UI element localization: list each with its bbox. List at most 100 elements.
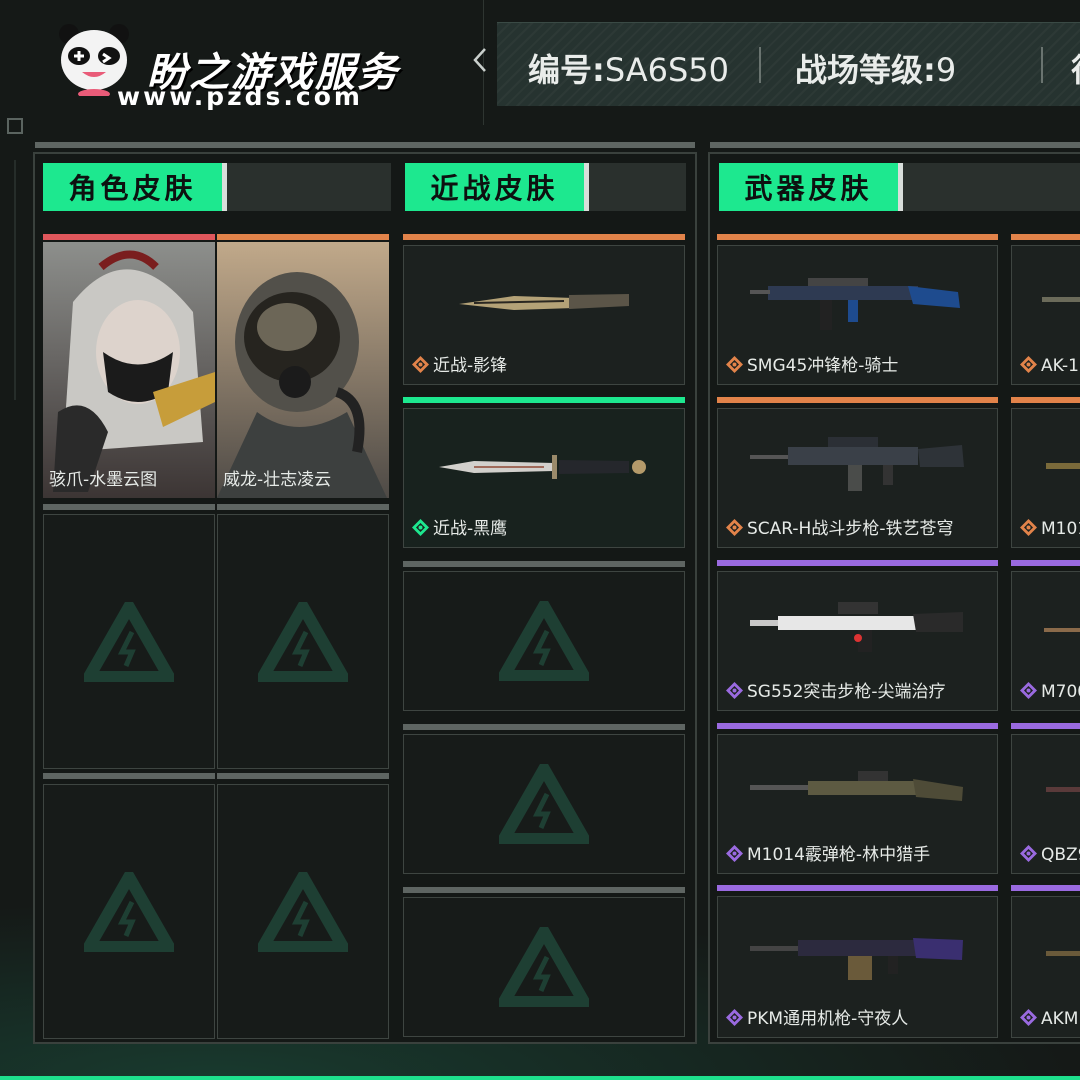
character-portrait xyxy=(217,242,389,498)
item-name: SG552突击步枪-尖端治疗 xyxy=(747,682,946,702)
battlefield-level: 战场等级:9 xyxy=(795,45,956,91)
chevron-left-icon[interactable] xyxy=(470,44,490,76)
placeholder-logo-icon xyxy=(499,764,589,844)
account-id-label: 编号: xyxy=(528,51,605,89)
rifle-icon xyxy=(749,436,964,491)
rarity-diamond-icon xyxy=(726,356,743,373)
empty-slot xyxy=(403,734,685,874)
character-card[interactable]: 威龙-壮志凌云 xyxy=(217,242,389,498)
brand-url: www.pzds.com xyxy=(117,82,363,111)
item-caption: SCAR-H战斗步枪-铁艺苍穹 xyxy=(726,514,953,539)
item-caption: AK-1 xyxy=(1020,356,1079,376)
rarity-bar-gray xyxy=(217,773,389,779)
melee-card[interactable]: 近战-黑鹰 xyxy=(403,408,685,548)
item-caption: AKM xyxy=(1020,1009,1078,1029)
rarity-bar-gray xyxy=(403,724,685,730)
placeholder-logo-icon xyxy=(499,601,589,681)
placeholder-logo-icon xyxy=(258,871,348,952)
rarity-diamond-icon xyxy=(1020,519,1037,536)
smg-icon xyxy=(749,277,960,330)
rarity-bar-gray xyxy=(403,887,685,893)
rarity-bar-gray xyxy=(403,561,685,567)
item-caption: QBZ9 xyxy=(1020,845,1080,865)
item-name: 骇爪-水墨云图 xyxy=(49,470,158,490)
weapon-card[interactable]: SG552突击步枪-尖端治疗 xyxy=(717,571,998,711)
battlefield-level-value: 9 xyxy=(935,51,957,89)
empty-slot xyxy=(43,784,215,1039)
rarity-bar-purple xyxy=(717,560,998,566)
info-separator xyxy=(759,47,761,83)
weapon-card[interactable]: PKM通用机枪-守夜人 xyxy=(717,896,998,1038)
rifle-icon xyxy=(1046,787,1080,792)
item-name: M101 xyxy=(1041,519,1080,539)
weapon-card[interactable]: M700 xyxy=(1011,571,1080,711)
weapon-card[interactable]: SCAR-H战斗步枪-铁艺苍穹 xyxy=(717,408,998,548)
placeholder-logo-icon xyxy=(84,601,174,682)
panel-top-bar xyxy=(35,142,695,148)
account-info-bar: 编号:SA6S50 战场等级:9 征 xyxy=(497,22,1080,106)
rarity-bar-orange xyxy=(717,234,998,240)
placeholder-logo-icon xyxy=(258,601,348,682)
item-name: SMG45冲锋枪-骑士 xyxy=(747,356,899,376)
rarity-bar-green xyxy=(403,397,685,403)
item-name: M700 xyxy=(1041,682,1080,702)
panel-top-bar xyxy=(710,142,1080,148)
corner-marker xyxy=(7,118,23,134)
item-name: AKM xyxy=(1041,1009,1079,1029)
account-id-value: SA6S50 xyxy=(604,51,729,89)
rarity-diamond-icon xyxy=(412,519,429,536)
info-separator xyxy=(1041,47,1043,83)
item-caption: M700 xyxy=(1020,682,1080,702)
shotgun-icon xyxy=(749,770,963,801)
empty-slot xyxy=(217,514,389,769)
item-name: M1014霰弹枪-林中猎手 xyxy=(747,845,931,865)
rarity-bar-orange xyxy=(1011,234,1080,240)
character-portrait xyxy=(43,242,215,498)
item-name: SCAR-H战斗步枪-铁艺苍穹 xyxy=(747,519,954,539)
knife-icon xyxy=(459,293,629,310)
rifle-icon xyxy=(1046,463,1080,469)
item-caption: PKM通用机枪-守夜人 xyxy=(726,1004,908,1029)
cut-off-label: 征 xyxy=(1071,45,1080,91)
weapon-card[interactable]: AKM xyxy=(1011,896,1080,1038)
empty-slot xyxy=(403,897,685,1037)
account-id: 编号:SA6S50 xyxy=(528,45,729,91)
item-caption: 近战-影锋 xyxy=(412,351,507,376)
item-name: 近战-影锋 xyxy=(433,356,508,376)
item-name: AK-1 xyxy=(1041,356,1079,376)
machine-gun-icon xyxy=(749,937,963,980)
battlefield-level-label: 战场等级: xyxy=(795,51,936,89)
melee-card[interactable]: 近战-影锋 xyxy=(403,245,685,385)
item-caption: 近战-黑鹰 xyxy=(412,514,507,539)
item-caption: M101 xyxy=(1020,519,1080,539)
section-header-character: 角色皮肤 xyxy=(43,163,391,211)
section-title-melee: 近战皮肤 xyxy=(405,163,589,211)
rarity-diamond-icon xyxy=(726,845,743,862)
rarity-diamond-icon xyxy=(1020,1009,1037,1026)
weapon-card[interactable]: AK-1 xyxy=(1011,245,1080,385)
character-card[interactable]: 骇爪-水墨云图 xyxy=(43,242,215,498)
rarity-diamond-icon xyxy=(1020,845,1037,862)
placeholder-logo-icon xyxy=(84,871,174,952)
rarity-diamond-icon xyxy=(1020,356,1037,373)
rarity-bar-red xyxy=(43,234,215,240)
rarity-diamond-icon xyxy=(726,682,743,699)
rarity-diamond-icon xyxy=(726,519,743,536)
empty-slot xyxy=(403,571,685,711)
weapon-card[interactable]: M1014霰弹枪-林中猎手 xyxy=(717,734,998,874)
weapon-card[interactable]: SMG45冲锋枪-骑士 xyxy=(717,245,998,385)
rarity-bar-purple xyxy=(717,885,998,891)
item-name: QBZ9 xyxy=(1041,845,1080,865)
rarity-bar-purple xyxy=(1011,723,1080,729)
rarity-bar-gray xyxy=(217,504,389,510)
item-name: 威龙-壮志凌云 xyxy=(223,470,332,490)
item-caption: SG552突击步枪-尖端治疗 xyxy=(726,677,946,702)
side-line xyxy=(14,160,16,400)
rarity-bar-purple xyxy=(1011,560,1080,566)
brand-logo: 盼之游戏服务 www.pzds.com xyxy=(55,18,455,118)
rarity-bar-gray xyxy=(43,773,215,779)
weapon-card[interactable]: M101 xyxy=(1011,408,1080,548)
rarity-diamond-icon xyxy=(726,1009,743,1026)
rarity-diamond-icon xyxy=(412,356,429,373)
weapon-card[interactable]: QBZ9 xyxy=(1011,734,1080,874)
